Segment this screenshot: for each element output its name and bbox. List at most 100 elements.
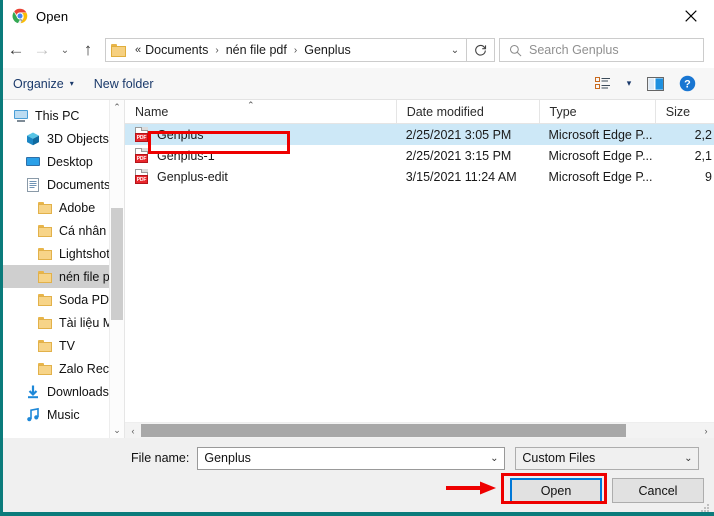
- folder-icon: [111, 44, 126, 57]
- sidebar-item-label: TV: [59, 339, 75, 353]
- sidebar-item-music[interactable]: Music: [3, 403, 124, 426]
- chevron-down-icon[interactable]: ▾: [620, 71, 638, 97]
- filename-row: File name: Genplus ⌄ Custom Files ⌄: [3, 446, 714, 470]
- filename-label: File name:: [131, 451, 189, 465]
- dialog-buttons: Open Cancel: [510, 478, 704, 503]
- date-modified-cell: 2/25/2021 3:15 PM: [396, 145, 539, 166]
- preview-pane-icon[interactable]: [640, 71, 670, 97]
- view-controls: ▾ ?: [588, 71, 714, 97]
- file-name-cell: PDF Genplus-1: [125, 145, 396, 166]
- open-button[interactable]: Open: [510, 478, 602, 503]
- scrollbar-thumb[interactable]: [111, 208, 123, 320]
- file-list-pane: Name Date modified Type Size ⌃ PDF Genpl…: [125, 100, 714, 438]
- search-input[interactable]: Search Genplus: [529, 43, 619, 57]
- search-box[interactable]: Search Genplus: [499, 38, 704, 62]
- up-button[interactable]: ↑: [75, 35, 101, 65]
- sidebar-item-documents[interactable]: Documents: [3, 173, 124, 196]
- refresh-button[interactable]: [467, 38, 495, 62]
- view-options-icon[interactable]: [588, 71, 618, 97]
- sidebar-scrollbar[interactable]: ⌃ ⌄: [109, 100, 124, 438]
- filename-value: Genplus: [198, 451, 251, 465]
- scroll-right-icon[interactable]: ›: [698, 426, 714, 436]
- file-list-horizontal-scrollbar[interactable]: ‹ ›: [125, 422, 714, 438]
- file-name-label: Genplus-1: [157, 149, 215, 163]
- sidebar-item-tv[interactable]: TV: [3, 334, 124, 357]
- type-cell: Microsoft Edge P...: [539, 166, 655, 187]
- breadcrumb-item-documents[interactable]: Documents: [144, 43, 209, 57]
- sidebar-item-ca-nhan[interactable]: Cá nhân: [3, 219, 124, 242]
- size-cell: 2,2: [655, 124, 714, 145]
- pdf-badge: PDF: [135, 154, 148, 163]
- organize-label: Organize: [13, 77, 64, 91]
- breadcrumb-overflow-icon[interactable]: «: [132, 44, 144, 56]
- breadcrumb-item-nen-file-pdf[interactable]: nén file pdf: [225, 43, 288, 57]
- table-row[interactable]: PDF Genplus-1 2/25/2021 3:15 PM Microsof…: [125, 145, 714, 166]
- column-header-size[interactable]: Size: [655, 100, 714, 123]
- file-name-cell: PDF Genplus-edit: [125, 166, 396, 187]
- folder-icon: [37, 223, 53, 239]
- 3d-objects-icon: [25, 131, 41, 147]
- type-cell: Microsoft Edge P...: [539, 124, 655, 145]
- file-name-label: Genplus-edit: [157, 170, 228, 184]
- column-header-type[interactable]: Type: [539, 100, 655, 123]
- title-bar: Open: [3, 0, 714, 32]
- close-icon[interactable]: [668, 0, 714, 32]
- new-folder-button[interactable]: New folder: [84, 68, 164, 99]
- chevron-right-icon: ›: [288, 45, 303, 56]
- folder-icon: [37, 269, 53, 285]
- sidebar-item-lightshot[interactable]: Lightshot: [3, 242, 124, 265]
- pdf-file-icon: PDF: [135, 148, 150, 164]
- chevron-down-icon[interactable]: ⌄: [678, 453, 698, 464]
- svg-text:?: ?: [684, 78, 691, 90]
- scroll-down-icon[interactable]: ⌄: [110, 423, 124, 438]
- chevron-down-icon[interactable]: ⌄: [484, 453, 504, 464]
- sidebar-item-label: Cá nhân: [59, 224, 106, 238]
- resize-grip-icon[interactable]: [701, 500, 710, 509]
- help-icon[interactable]: ?: [672, 71, 702, 97]
- sidebar-item-adobe[interactable]: Adobe: [3, 196, 124, 219]
- sidebar-item-label: Desktop: [47, 155, 93, 169]
- scrollbar-track[interactable]: [141, 423, 698, 439]
- file-name-label: Genplus: [157, 128, 204, 142]
- command-bar: Organize ▾ New folder ▾: [3, 68, 714, 100]
- desktop-icon: [25, 154, 41, 170]
- filename-input[interactable]: Genplus ⌄: [197, 447, 505, 470]
- cancel-button[interactable]: Cancel: [612, 478, 704, 503]
- annotation-arrow-to-open: [446, 481, 498, 495]
- table-row[interactable]: PDF Genplus 2/25/2021 3:05 PM Microsoft …: [125, 124, 714, 145]
- folder-icon: [37, 338, 53, 354]
- sidebar-item-nen-file-pdf[interactable]: nén file pd: [3, 265, 124, 288]
- chevron-down-icon: ▾: [70, 79, 74, 88]
- file-name-cell: PDF Genplus: [125, 124, 396, 145]
- date-modified-cell: 3/15/2021 11:24 AM: [396, 166, 539, 187]
- scrollbar-thumb[interactable]: [141, 424, 626, 437]
- dialog-body: This PC 3D Objects: [3, 100, 714, 438]
- breadcrumb-item-genplus[interactable]: Genplus: [303, 43, 352, 57]
- sidebar-item-soda-pdf[interactable]: Soda PDF: [3, 288, 124, 311]
- folder-icon: [37, 361, 53, 377]
- file-type-filter-dropdown[interactable]: Custom Files ⌄: [515, 447, 699, 470]
- back-button[interactable]: ←: [3, 35, 29, 65]
- column-header-date-modified[interactable]: Date modified: [396, 100, 539, 123]
- scroll-up-icon[interactable]: ⌃: [110, 100, 124, 115]
- dialog-footer: File name: Genplus ⌄ Custom Files ⌄ Open…: [3, 438, 714, 512]
- organize-button[interactable]: Organize ▾: [3, 68, 84, 99]
- sort-ascending-icon: ⌃: [247, 100, 255, 111]
- pdf-badge: PDF: [135, 133, 148, 142]
- documents-icon: [25, 177, 41, 193]
- sidebar-item-downloads[interactable]: Downloads: [3, 380, 124, 403]
- music-icon: [25, 407, 41, 423]
- chevron-down-icon[interactable]: ⌄: [444, 39, 466, 61]
- scroll-left-icon[interactable]: ‹: [125, 426, 141, 436]
- sidebar-item-tai-lieu-m[interactable]: Tài liệu M: [3, 311, 124, 334]
- folder-icon: [37, 292, 53, 308]
- sidebar-item-this-pc[interactable]: This PC: [3, 104, 124, 127]
- sidebar-item-3d-objects[interactable]: 3D Objects: [3, 127, 124, 150]
- recent-locations-button[interactable]: ⌄: [55, 35, 75, 65]
- column-header-name[interactable]: Name: [125, 100, 396, 123]
- table-row[interactable]: PDF Genplus-edit 3/15/2021 11:24 AM Micr…: [125, 166, 714, 187]
- address-bar[interactable]: « Documents › nén file pdf › Genplus ⌄: [105, 38, 467, 62]
- sidebar-item-zalo-rece[interactable]: Zalo Rece: [3, 357, 124, 380]
- sidebar-item-desktop[interactable]: Desktop: [3, 150, 124, 173]
- open-file-dialog: Open ← → ⌄ ↑ « Documents › nén file pdf …: [0, 0, 714, 516]
